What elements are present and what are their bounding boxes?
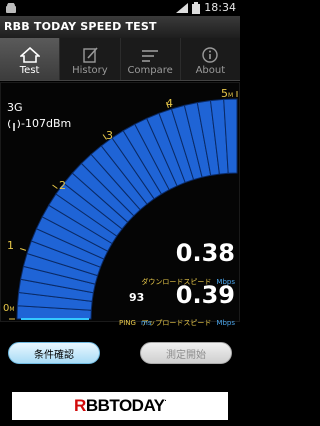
gauge-tick (20, 248, 27, 251)
ping-unit: ms (141, 319, 152, 327)
rbb-today-logo: RBBTODAY. (74, 396, 167, 415)
android-icon (6, 3, 16, 13)
edit-note-icon (83, 47, 98, 63)
list-lines-icon (142, 50, 159, 62)
gauge-label-4: 4 (166, 97, 173, 110)
antenna-icon (8, 119, 20, 131)
download-speed-value: 0.38 (175, 239, 235, 267)
tab-bar: Test History Compare About (0, 38, 240, 81)
gauge-label-5: 5M (221, 87, 234, 100)
rbb-today-banner[interactable]: RBBTODAY. (12, 392, 228, 420)
signal-icon (176, 3, 188, 13)
tab-history[interactable]: History (60, 38, 121, 80)
tab-about[interactable]: About (181, 38, 240, 80)
gauge-tick (52, 184, 58, 189)
ping-caption: PING ms (119, 310, 152, 329)
battery-icon (192, 2, 200, 14)
status-bar: 18:34 (0, 0, 240, 16)
ping-value: 93 (129, 291, 145, 304)
info-icon (202, 47, 219, 63)
upload-speed-unit: Mbps (216, 319, 235, 327)
tab-about-label: About (195, 65, 226, 76)
app-title: RBB TODAY SPEED TEST (4, 20, 157, 33)
upload-speed-value: 0.39 (175, 281, 235, 309)
gauge-label-1: 1 (7, 239, 14, 252)
check-conditions-button[interactable]: 条件確認 (8, 342, 100, 364)
network-type: 3G (7, 101, 23, 114)
home-icon (19, 47, 40, 63)
signal-strength: -107dBm (21, 117, 72, 130)
start-measurement-button[interactable]: 測定開始 (140, 342, 232, 364)
gauge-label-3: 3 (106, 129, 113, 142)
gauge-label-0: 0M (3, 303, 15, 314)
ping-label: PING (119, 319, 136, 327)
app-title-bar: RBB TODAY SPEED TEST (0, 16, 240, 39)
tab-compare[interactable]: Compare (121, 38, 181, 80)
clock: 18:34 (204, 1, 236, 14)
speed-gauge-panel: 0M 1 2 3 4 5M 3G -107dBm 0.38 ダウンロードスピード… (0, 82, 240, 327)
tab-compare-label: Compare (127, 65, 173, 76)
tab-history-label: History (72, 65, 108, 76)
tab-test[interactable]: Test (0, 38, 61, 80)
gauge-label-2: 2 (59, 179, 66, 192)
tab-test-label: Test (19, 65, 40, 76)
